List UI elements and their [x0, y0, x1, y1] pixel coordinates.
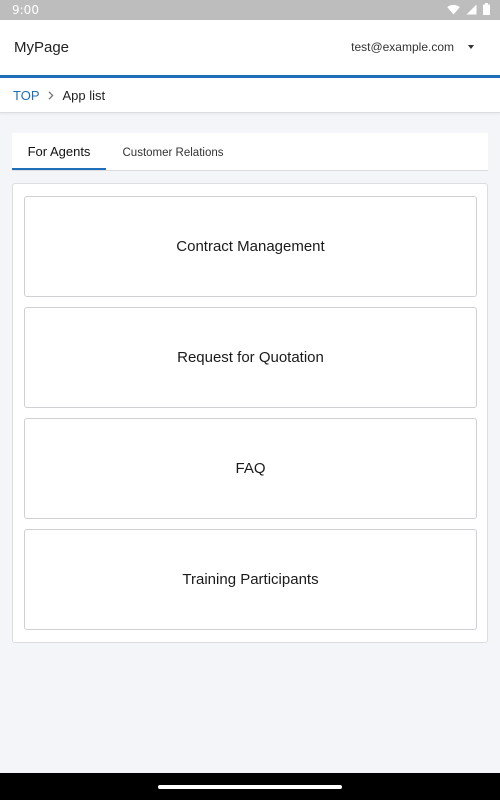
app-card-label: Request for Quotation	[177, 349, 324, 366]
battery-icon	[483, 3, 490, 15]
app-card-label: Contract Management	[176, 238, 325, 255]
app-card-training-participants[interactable]: Training Participants	[24, 529, 477, 630]
home-gesture-handle[interactable]	[158, 785, 342, 789]
tab-bar: For Agents Customer Relations	[12, 133, 488, 171]
app-card-label: Training Participants	[182, 571, 319, 588]
app-card-faq[interactable]: FAQ	[24, 418, 477, 519]
breadcrumb-top-link[interactable]: TOP	[13, 88, 40, 103]
status-bar: 9:00	[0, 0, 500, 20]
app-title: MyPage	[14, 39, 70, 56]
tab-for-agents[interactable]: For Agents	[12, 133, 106, 170]
navigation-bar	[0, 773, 500, 800]
user-menu-button[interactable]: test@example.com	[351, 40, 474, 54]
app-card-label: FAQ	[235, 460, 266, 477]
app-header: MyPage test@example.com	[0, 20, 500, 78]
caret-down-icon	[468, 45, 474, 49]
app-card-contract-management[interactable]: Contract Management	[24, 196, 477, 297]
chevron-right-icon	[48, 90, 54, 100]
breadcrumb: TOP App list	[0, 78, 500, 113]
user-email: test@example.com	[351, 40, 454, 54]
signal-icon	[466, 4, 477, 15]
app-card-request-for-quotation[interactable]: Request for Quotation	[24, 307, 477, 408]
tab-customer-relations[interactable]: Customer Relations	[106, 133, 240, 170]
wifi-icon	[447, 4, 460, 15]
status-icons	[447, 3, 490, 15]
breadcrumb-current: App list	[62, 87, 106, 103]
app-list-panel: Contract Management Request for Quotatio…	[12, 183, 488, 643]
status-time: 9:00	[12, 3, 39, 17]
